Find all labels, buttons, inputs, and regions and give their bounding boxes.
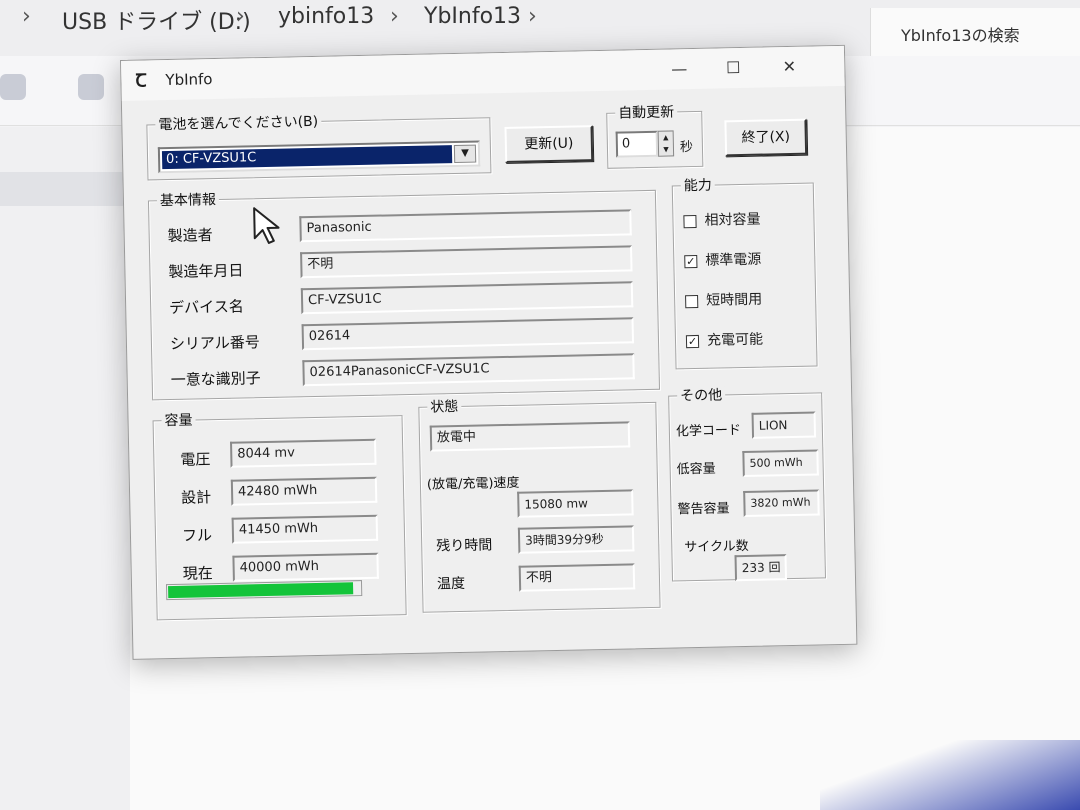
nav-selected-item[interactable] bbox=[0, 172, 125, 206]
remaining-time-field: 3時間39分9秒 bbox=[517, 525, 635, 554]
status-group: 状態 放電中 (放電/充電)速度 15080 mw 残り時間 3時間39分9秒 … bbox=[418, 395, 661, 613]
full-capacity-label: フル bbox=[181, 526, 213, 545]
rechargeable-checkbox[interactable]: ✓ 充電可能 bbox=[685, 329, 764, 351]
short-term-label: 短時間用 bbox=[706, 291, 763, 309]
app-icon: Ꞇ bbox=[135, 70, 147, 92]
breadcrumb-ybinfo13-folder[interactable]: YbInfo13 bbox=[424, 4, 521, 29]
relative-capacity-label: 相対容量 bbox=[704, 211, 761, 229]
other-group: その他 化学コード LION 低容量 500 mWh 警告容量 3820 mWh… bbox=[668, 384, 827, 582]
chemistry-label: 化学コード bbox=[675, 423, 742, 440]
chevron-right-icon: › bbox=[390, 4, 399, 29]
rechargeable-label: 充電可能 bbox=[706, 331, 764, 349]
capacity-title: 容量 bbox=[161, 409, 196, 431]
minimize-button[interactable]: — bbox=[651, 53, 708, 86]
chevron-right-icon: › bbox=[528, 4, 537, 29]
battery-select-group: 電池を選んでください(B) 0: CF-VZSU1C ▼ bbox=[146, 110, 492, 181]
chemistry-field: LION bbox=[751, 411, 817, 439]
share-icon[interactable] bbox=[78, 74, 104, 100]
maximize-button[interactable]: ☐ bbox=[705, 52, 762, 85]
remaining-time-label: 残り時間 bbox=[436, 537, 493, 555]
serial-number-label: シリアル番号 bbox=[169, 333, 260, 354]
close-button[interactable]: ✕ bbox=[761, 50, 818, 83]
exit-button[interactable]: 終了(X) bbox=[724, 118, 808, 157]
navigation-pane bbox=[0, 127, 130, 810]
device-name-field: CF-VZSU1C bbox=[300, 281, 634, 315]
status-field: 放電中 bbox=[429, 421, 631, 452]
rate-label: (放電/充電)速度 bbox=[426, 475, 520, 493]
low-capacity-label: 低容量 bbox=[676, 461, 716, 478]
checkbox-checked-icon: ✓ bbox=[684, 254, 698, 268]
auto-update-label: 自動更新 bbox=[615, 101, 678, 123]
voltage-label: 電圧 bbox=[180, 450, 211, 469]
warning-capacity-label: 警告容量 bbox=[677, 501, 730, 518]
basic-info-title: 基本情報 bbox=[156, 188, 220, 211]
temperature-label: 温度 bbox=[436, 575, 466, 593]
device-name-label: デバイス名 bbox=[169, 297, 244, 318]
unique-id-field: 02614PanasonicCF-VZSU1C bbox=[302, 353, 635, 387]
window-title: YbInfo bbox=[165, 70, 213, 90]
design-capacity-field: 42480 mWh bbox=[230, 476, 378, 506]
standard-power-checkbox[interactable]: ✓ 標準電源 bbox=[684, 249, 761, 271]
chevron-right-icon: › bbox=[22, 4, 31, 29]
serial-number-field: 02614 bbox=[301, 317, 635, 351]
relative-capacity-checkbox[interactable]: 相対容量 bbox=[683, 209, 761, 231]
chevron-right-icon: › bbox=[236, 4, 245, 29]
low-capacity-field: 500 mWh bbox=[742, 449, 819, 478]
ybinfo-window: Ꞇ YbInfo — ☐ ✕ 電池を選んでください(B) 0: CF-VZSU1… bbox=[120, 44, 858, 660]
manufacturer-field: Panasonic bbox=[299, 209, 632, 243]
current-capacity-label: 現在 bbox=[182, 564, 213, 583]
warning-capacity-field: 3820 mWh bbox=[743, 489, 820, 518]
auto-update-group: 自動更新 0 ▲ ▼ 秒 bbox=[606, 101, 704, 169]
unique-id-label: 一意な識別子 bbox=[170, 369, 261, 390]
capability-title: 能力 bbox=[680, 174, 715, 196]
auto-update-input[interactable]: 0 bbox=[615, 130, 659, 158]
other-title: その他 bbox=[676, 384, 726, 406]
basic-info-group: 基本情報 製造者 Panasonic 製造年月日 不明 デバイス名 CF-VZS… bbox=[147, 188, 661, 401]
temperature-field: 不明 bbox=[518, 563, 636, 592]
checkbox-icon bbox=[685, 294, 699, 308]
search-input[interactable]: YbInfo13の検索 bbox=[870, 8, 1080, 56]
breadcrumb-usb-drive[interactable]: USB ドライブ (D:) bbox=[62, 4, 251, 36]
battery-dropdown-value: 0: CF-VZSU1C bbox=[161, 145, 453, 170]
copy-icon[interactable] bbox=[0, 74, 26, 100]
capability-group: 能力 相対容量 ✓ 標準電源 短時間用 ✓ 充電可能 bbox=[671, 174, 818, 370]
cycle-count-label: サイクル数 bbox=[684, 538, 749, 556]
checkbox-icon bbox=[683, 214, 697, 228]
status-title: 状態 bbox=[427, 395, 462, 417]
battery-dropdown[interactable]: 0: CF-VZSU1C ▼ bbox=[157, 140, 481, 174]
design-capacity-label: 設計 bbox=[180, 488, 212, 507]
standard-power-label: 標準電源 bbox=[705, 251, 762, 269]
cycle-count-field: 233 回 bbox=[734, 554, 788, 582]
checkbox-checked-icon: ✓ bbox=[685, 334, 700, 348]
spinner-arrows-icon[interactable]: ▲ ▼ bbox=[657, 130, 675, 157]
refresh-button[interactable]: 更新(U) bbox=[504, 125, 594, 163]
chevron-down-icon[interactable]: ▼ bbox=[453, 144, 477, 164]
manufacture-date-field: 不明 bbox=[300, 245, 633, 279]
manufacturer-label: 製造者 bbox=[167, 226, 213, 246]
manufacture-date-label: 製造年月日 bbox=[168, 261, 244, 282]
breadcrumb-ybinfo13[interactable]: ybinfo13 bbox=[278, 4, 374, 29]
battery-select-label: 電池を選んでください(B) bbox=[155, 110, 322, 135]
full-capacity-field: 41450 mWh bbox=[231, 514, 379, 544]
taskbar-edge bbox=[820, 740, 1080, 810]
search-placeholder: YbInfo13の検索 bbox=[901, 26, 1020, 45]
rate-field: 15080 mw bbox=[517, 489, 634, 518]
auto-update-unit: 秒 bbox=[679, 140, 694, 156]
voltage-field: 8044 mv bbox=[230, 438, 377, 468]
short-term-checkbox[interactable]: 短時間用 bbox=[685, 289, 762, 311]
mouse-cursor-icon bbox=[253, 207, 280, 244]
current-capacity-field: 40000 mWh bbox=[232, 552, 379, 582]
capacity-progress-fill bbox=[168, 582, 354, 599]
